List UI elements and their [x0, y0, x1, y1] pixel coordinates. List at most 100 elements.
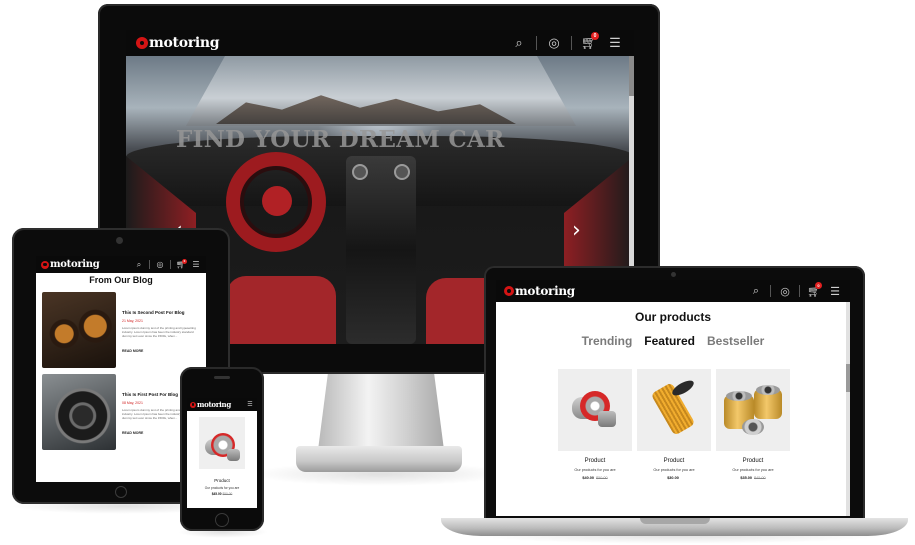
hero-center-console [346, 156, 416, 344]
nav-divider [149, 260, 150, 269]
hero-air-vent [394, 164, 410, 180]
product-card[interactable]: Product Our products for you are $40.00 $… [558, 369, 632, 497]
section-title: Our products [634, 310, 711, 324]
hero-steering-hub [262, 186, 292, 216]
user-icon[interactable]: ◎ [545, 34, 563, 52]
search-icon[interactable]: ⌕ [749, 284, 763, 298]
nav-divider [536, 36, 537, 50]
product-description: Our products for you are [204, 486, 240, 490]
blog-date: 21 May, 2021 [122, 319, 143, 323]
menu-icon[interactable]: ☰ [191, 260, 201, 270]
brand-logo[interactable]: motoring [41, 259, 100, 270]
product-name[interactable]: Product [558, 458, 632, 464]
oil-filters-icon [756, 385, 780, 395]
blog-title[interactable]: This Is First Post For Blog [122, 392, 178, 397]
cart-icon[interactable]: 🛒︎ 0 [580, 32, 599, 52]
product-card[interactable]: Product Our products for you are $35.00 $… [716, 369, 790, 497]
turbocharger-icon [598, 411, 616, 427]
smartphone: motoring ☰ Product Our products for you … [180, 367, 264, 531]
nav-icons: ⌕ ◎ 🛒︎ 0 ☰ [129, 258, 201, 270]
read-more-link[interactable]: READ MORE [122, 349, 143, 353]
phone-screen: motoring ☰ Product Our products for you … [187, 398, 257, 508]
product-card[interactable]: Product Our products for you are $30.00 [637, 369, 711, 497]
laptop-screen: motoring ⌕ ◎ 🛒︎ 0 ☰ Our products Trending… [496, 280, 850, 516]
user-icon[interactable]: ◎ [778, 284, 792, 298]
search-icon[interactable]: ⌕ [134, 260, 144, 270]
product-description: Our products for you are [574, 468, 616, 472]
blog-date: 08 May, 2021 [122, 401, 143, 405]
navbar: motoring ⌕ ◎ 🛒︎ 0 ☰ [36, 256, 206, 273]
product-name[interactable]: Product [637, 458, 711, 464]
turbocharger-icon [227, 449, 240, 461]
product-price: $45.00$50.00 [187, 492, 257, 496]
laptop-notch [640, 518, 710, 524]
price-current: $35.00 [740, 476, 752, 480]
menu-icon[interactable]: ☰ [606, 34, 624, 52]
product-tabs: Trending Featured Bestseller [496, 334, 850, 348]
product-image[interactable] [558, 369, 632, 451]
nav-icons: ⌕ ◎ 🛒︎ 0 ☰ [502, 32, 624, 52]
hero-title: FIND YOUR DREAM CAR [176, 126, 505, 153]
page-scrollbar[interactable] [846, 302, 850, 516]
read-more-link[interactable]: READ MORE [122, 431, 143, 435]
product-description: Our products for you are [732, 468, 774, 472]
scrollbar-thumb[interactable] [846, 364, 850, 392]
laptop-camera [671, 272, 676, 277]
price-old: $45.00 [754, 476, 766, 480]
blog-image[interactable] [42, 374, 116, 450]
user-icon[interactable]: ◎ [155, 260, 165, 270]
cart-icon[interactable]: 🛒︎ 0 [807, 282, 822, 298]
nav-divider [571, 36, 572, 50]
tab-bestseller[interactable]: Bestseller [707, 334, 764, 348]
gear-logo-icon [41, 260, 49, 269]
hero-air-vent [352, 164, 368, 180]
gear-logo-icon [190, 401, 196, 408]
blog-excerpt: Lorem ipsum dummy text of the printing a… [122, 326, 196, 339]
hero-seat-left [226, 276, 336, 344]
navbar: motoring ☰ [187, 398, 257, 411]
brand-logo[interactable]: motoring [504, 284, 575, 298]
product-name[interactable]: Product [187, 478, 257, 483]
device-mockup-stage: motoring ⌕ ◎ 🛒︎ 0 ☰ FIND YOUR DREAM CAR … [0, 0, 915, 545]
navbar: motoring ⌕ ◎ 🛒︎ 0 ☰ [126, 30, 634, 56]
brand-name: motoring [197, 400, 231, 409]
brand-logo[interactable]: motoring [190, 400, 231, 409]
section-title: From Our Blog [89, 275, 153, 285]
price-old: $50.00 [596, 476, 608, 480]
oil-filters-icon [726, 391, 752, 401]
tablet-home-button [115, 486, 127, 498]
scrollbar-thumb[interactable] [629, 56, 634, 96]
product-name[interactable]: Product [716, 458, 790, 464]
brand-name: motoring [149, 35, 220, 51]
monitor-stand-base [296, 446, 462, 472]
slider-next-arrow[interactable]: › [572, 218, 581, 243]
phone-speaker [214, 376, 230, 379]
blog-post[interactable]: This Is Second Post For Blog 21 May, 202… [42, 292, 202, 370]
tab-trending[interactable]: Trending [582, 334, 633, 348]
tablet-camera [116, 237, 123, 244]
product-price: $35.00 $45.00 [716, 476, 790, 480]
brand-logo[interactable]: motoring [136, 35, 220, 51]
menu-icon[interactable]: ☰ [246, 401, 254, 409]
cart-count-badge: 0 [182, 258, 187, 264]
product-image[interactable] [199, 417, 245, 469]
product-price: $40.00 $50.00 [558, 476, 632, 480]
product-image[interactable] [637, 369, 711, 451]
blog-title[interactable]: This Is Second Post For Blog [122, 310, 185, 315]
nav-divider [170, 260, 171, 269]
nav-icons: ⌕ ◎ 🛒︎ 0 ☰ [742, 282, 842, 298]
product-image[interactable] [716, 369, 790, 451]
nav-icons: ☰ [246, 401, 254, 409]
tab-featured[interactable]: Featured [644, 334, 695, 348]
search-icon[interactable]: ⌕ [510, 34, 528, 52]
blog-image[interactable] [42, 292, 116, 368]
product-description: Our products for you are [653, 468, 695, 472]
oil-filter-icon [670, 377, 696, 399]
blog-post[interactable]: This Is First Post For Blog 08 May, 2021… [42, 374, 202, 452]
price-current: $40.00 [582, 476, 594, 480]
price-current: $30.00 [667, 476, 679, 480]
cart-icon[interactable]: 🛒︎ 0 [176, 258, 187, 270]
cart-count-badge: 0 [815, 282, 822, 289]
phone-home-button [215, 513, 229, 527]
menu-icon[interactable]: ☰ [828, 284, 842, 298]
